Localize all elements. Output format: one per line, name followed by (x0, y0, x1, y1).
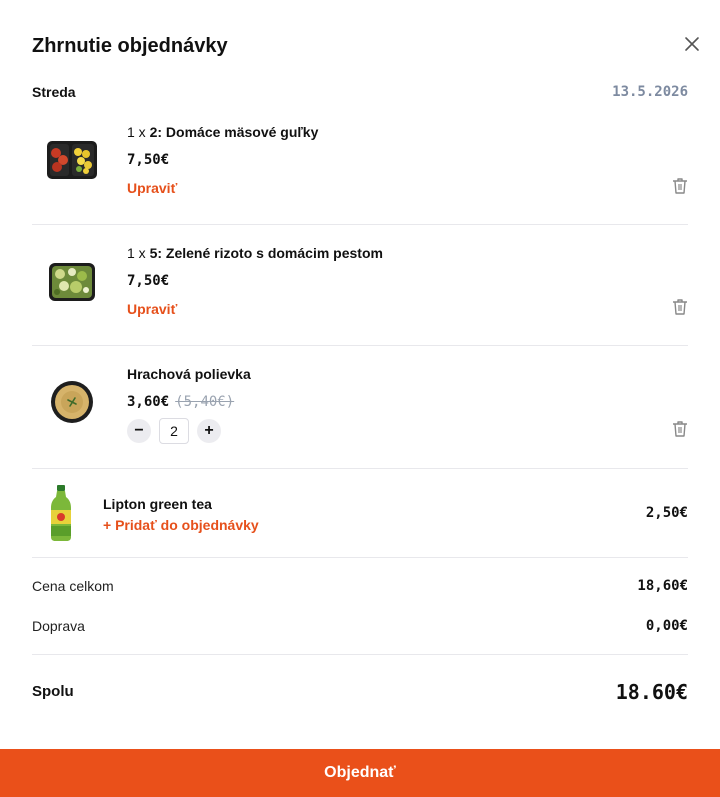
day-date: 13.5.2026 (612, 84, 688, 100)
quantity-stepper: − 2 + (127, 418, 221, 444)
day-label: Streda (32, 84, 76, 100)
item-price: 3,60€ (5,40€) (127, 394, 234, 410)
item-name: 1 x 2: Domáce mäsové guľky (127, 124, 318, 140)
upsell-price: 2,50€ (645, 505, 688, 521)
total-value: 18.60€ (615, 680, 688, 704)
increase-quantity-button[interactable]: + (197, 419, 221, 443)
upsell-name: Lipton green tea (103, 496, 212, 512)
modal-title: Zhrnutie objednávky (32, 35, 228, 57)
item-title: Hrachová polievka (127, 366, 251, 382)
edit-item-link[interactable]: Upraviť (127, 180, 177, 196)
divider (32, 654, 688, 655)
item-name: Hrachová polievka (127, 366, 251, 382)
item-price: 7,50€ (127, 273, 170, 289)
item-price-value: 3,60€ (127, 394, 170, 410)
trash-icon[interactable] (670, 176, 690, 196)
divider (32, 224, 688, 225)
trash-icon[interactable] (670, 297, 690, 317)
order-summary-modal: Zhrnutie objednávky Streda 13.5.2026 1 x (0, 0, 720, 797)
subtotal-label: Cena celkom (32, 578, 114, 594)
bottle-image (48, 484, 74, 542)
soup-bowl-image (46, 380, 98, 424)
trash-icon[interactable] (670, 419, 690, 439)
add-to-order-link[interactable]: + Pridať do objednávky (103, 517, 259, 533)
quantity-value[interactable]: 2 (159, 418, 189, 444)
item-qty-prefix: 1 x (127, 124, 150, 140)
item-price: 7,50€ (127, 152, 170, 168)
item-title: 2: Domáce mäsové guľky (149, 124, 319, 140)
total-label: Spolu (32, 683, 74, 700)
divider (32, 345, 688, 346)
delivery-label: Doprava (32, 618, 85, 634)
order-button[interactable]: Objednať (0, 749, 720, 797)
item-name: 1 x 5: Zelené rizoto s domácim pestom (127, 245, 383, 261)
cart-item: Hrachová polievka 3,60€ (5,40€) − 2 + (32, 366, 688, 458)
divider (32, 468, 688, 469)
item-title: 5: Zelené rizoto s domácim pestom (149, 245, 383, 261)
edit-item-link[interactable]: Upraviť (127, 301, 177, 317)
cart-item: 1 x 2: Domáce mäsové guľky 7,50€ Upraviť (32, 124, 688, 214)
meal-box-meatballs-image (46, 138, 98, 182)
item-qty-prefix: 1 x (127, 245, 150, 261)
delivery-value: 0,00€ (645, 618, 688, 634)
cart-item: 1 x 5: Zelené rizoto s domácim pestom 7,… (32, 245, 688, 335)
meal-box-risotto-image (46, 260, 98, 304)
close-icon[interactable] (682, 34, 702, 54)
item-old-price: (5,40€) (175, 394, 235, 410)
decrease-quantity-button[interactable]: − (127, 419, 151, 443)
divider (32, 557, 688, 558)
subtotal-value: 18,60€ (637, 578, 688, 594)
